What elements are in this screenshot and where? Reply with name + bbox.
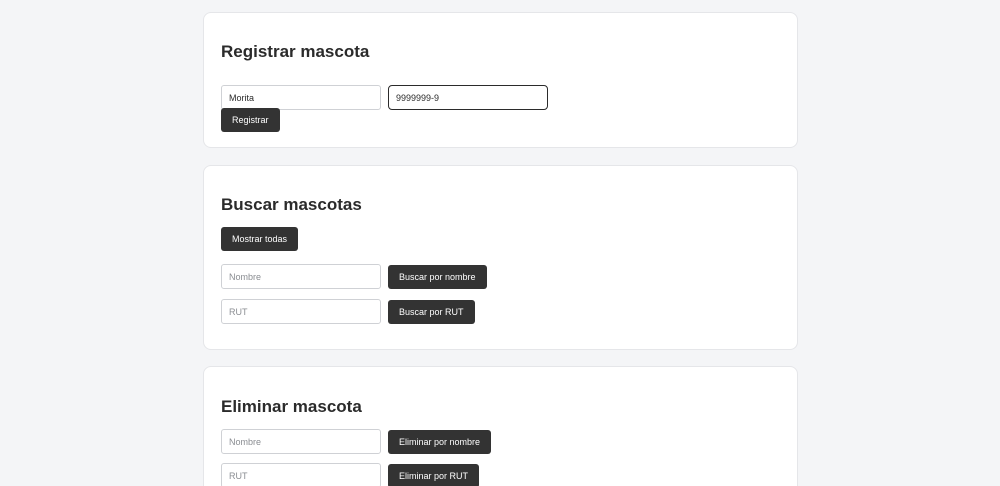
delete-rut-input[interactable] [221, 463, 381, 486]
delete-by-rut-button[interactable]: Eliminar por RUT [388, 463, 480, 486]
register-card: Registrar mascota Registrar [203, 12, 798, 148]
owner-rut-input[interactable] [388, 85, 548, 110]
delete-card: Eliminar mascota Eliminar por nombre Eli… [203, 366, 798, 486]
search-rut-input[interactable] [221, 299, 381, 324]
search-by-rut-button[interactable]: Buscar por RUT [388, 299, 475, 324]
show-all-button[interactable]: Mostrar todas [221, 227, 299, 251]
search-by-name-button[interactable]: Buscar por nombre [388, 264, 487, 289]
search-name-input[interactable] [221, 264, 381, 289]
search-title: Buscar mascotas [221, 195, 362, 214]
search-card: Buscar mascotas Mostrar todas Buscar por… [203, 165, 798, 350]
page: Registrar mascota Registrar Buscar masco… [0, 0, 1000, 486]
pet-name-input[interactable] [221, 85, 381, 110]
register-button[interactable]: Registrar [221, 108, 280, 132]
delete-by-name-button[interactable]: Eliminar por nombre [388, 429, 492, 454]
delete-name-input[interactable] [221, 429, 381, 454]
delete-title: Eliminar mascota [221, 397, 362, 416]
register-title: Registrar mascota [221, 42, 370, 61]
